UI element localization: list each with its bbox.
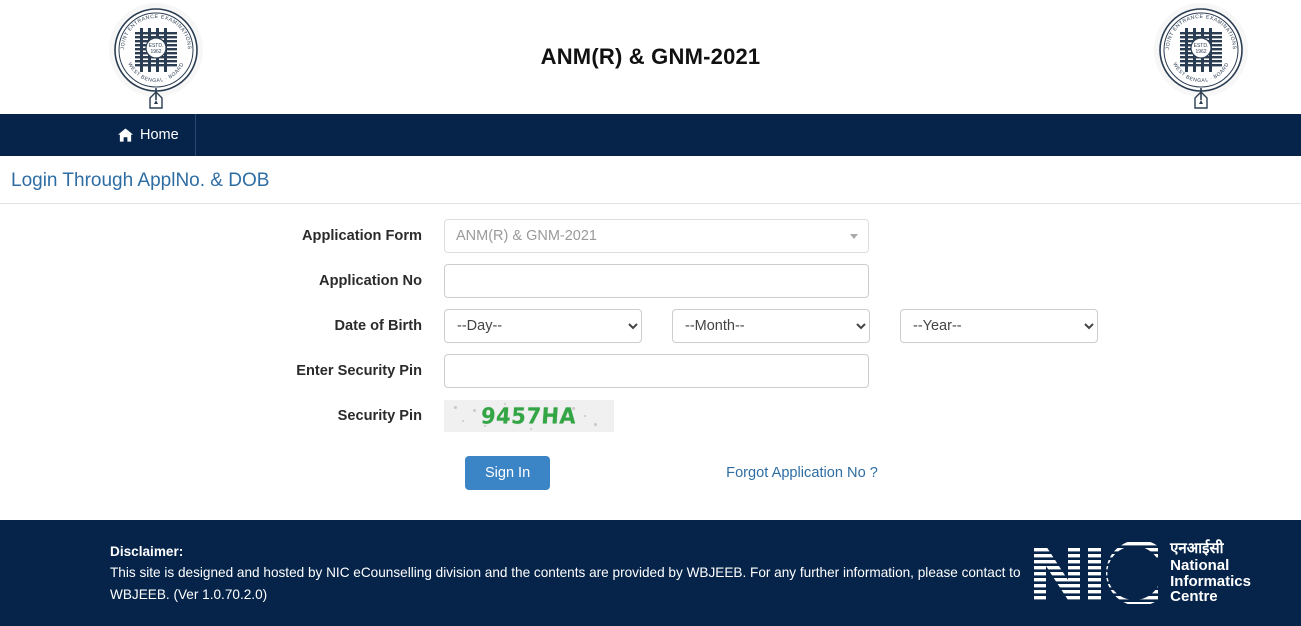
disclaimer-text: This site is designed and hosted by NIC … bbox=[110, 565, 1021, 602]
nic-logo-text: एनआईसी National Informatics Centre bbox=[1170, 539, 1251, 606]
nav-item-home-label: Home bbox=[140, 127, 179, 143]
svg-text:1962: 1962 bbox=[150, 49, 161, 55]
form-actions: Sign In Forgot Application No ? bbox=[0, 456, 1301, 490]
wbjeeb-seal-left: JOINT ENTRANCE EXAMINATIONS WEST BENGAL … bbox=[109, 3, 203, 109]
sign-in-button[interactable]: Sign In bbox=[465, 456, 551, 490]
nic-line-3: Centre bbox=[1170, 588, 1218, 606]
dob-year-select[interactable]: --Year-- bbox=[900, 309, 1098, 343]
label-application-form: Application Form bbox=[302, 228, 422, 244]
nic-logo: एनआईसी National Informatics Centre bbox=[1032, 539, 1251, 606]
login-section-title: Login Through ApplNo. & DOB bbox=[11, 170, 270, 191]
nic-line-2: Informatics bbox=[1170, 572, 1251, 590]
row-application-no: Application No bbox=[0, 263, 1301, 299]
label-date-of-birth: Date of Birth bbox=[334, 318, 422, 334]
security-pin-input[interactable] bbox=[444, 354, 869, 388]
wbjeeb-seal-right: JOINT ENTRANCE EXAMINATIONS WEST BENGAL … bbox=[1154, 3, 1248, 109]
chevron-down-icon bbox=[850, 233, 858, 239]
page-title-heading: ANM(R) & GNM-2021 bbox=[540, 44, 761, 69]
application-no-input[interactable] bbox=[444, 264, 869, 298]
row-security-pin-captcha: Security Pin 9457HA bbox=[0, 398, 1301, 434]
disclaimer-title: Disclaimer: bbox=[110, 544, 184, 560]
label-security-pin: Security Pin bbox=[337, 408, 422, 424]
label-enter-security-pin: Enter Security Pin bbox=[296, 363, 422, 379]
dob-day-select[interactable]: --Day-- bbox=[444, 309, 642, 343]
disclaimer-block: Disclaimer: This site is designed and ho… bbox=[110, 541, 1032, 604]
page-title-section: Login Through ApplNo. & DOB bbox=[0, 156, 1301, 192]
nic-logo-mark-icon bbox=[1034, 542, 1159, 604]
label-application-no: Application No bbox=[319, 273, 422, 289]
main-navbar: Home bbox=[0, 114, 1301, 156]
home-icon bbox=[118, 128, 133, 142]
nic-hindi-text: एनआईसी bbox=[1170, 539, 1224, 557]
page-footer: Disclaimer: This site is designed and ho… bbox=[0, 520, 1301, 626]
row-application-form: Application Form ANM(R) & GNM-2021 bbox=[0, 218, 1301, 254]
nic-line-1: National bbox=[1170, 556, 1230, 574]
application-form-select[interactable]: ANM(R) & GNM-2021 bbox=[444, 219, 869, 253]
page-header: JOINT ENTRANCE EXAMINATIONS WEST BENGAL … bbox=[0, 0, 1301, 114]
captcha-image: 9457HA bbox=[444, 400, 614, 432]
forgot-application-no-link[interactable]: Forgot Application No ? bbox=[726, 465, 878, 481]
login-form: Application Form ANM(R) & GNM-2021 Appli… bbox=[0, 204, 1301, 490]
captcha-text: 9457HA bbox=[480, 403, 578, 429]
application-form-value: ANM(R) & GNM-2021 bbox=[456, 228, 597, 244]
svg-text:1962: 1962 bbox=[1195, 49, 1206, 55]
dob-month-select[interactable]: --Month-- bbox=[672, 309, 870, 343]
nav-item-home[interactable]: Home bbox=[110, 114, 196, 156]
row-date-of-birth: Date of Birth --Day-- --Month-- --Year-- bbox=[0, 308, 1301, 344]
row-enter-security-pin: Enter Security Pin bbox=[0, 353, 1301, 389]
